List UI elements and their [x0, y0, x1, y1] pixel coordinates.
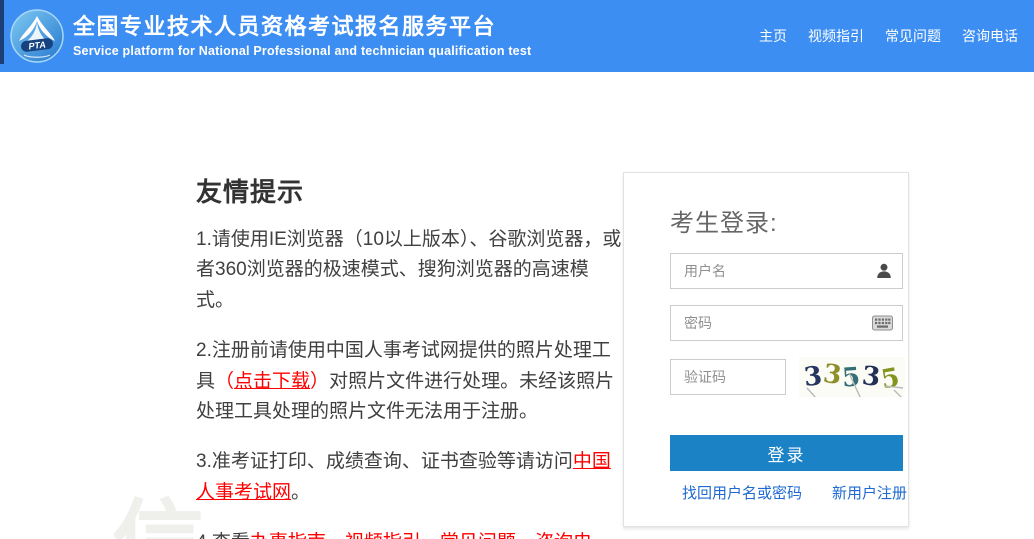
friendly-tips-section: 友情提示 1.请使用IE浏览器（10以上版本）、谷歌浏览器，或者360浏览器的极… — [196, 172, 622, 539]
username-input[interactable] — [670, 253, 903, 289]
tip-3-text-pre: 3.准考证打印、成绩查询、证书查验等请访问 — [196, 451, 573, 473]
tip-3-text-post: 。 — [291, 481, 311, 503]
pta-logo-icon: PTA — [10, 9, 64, 63]
tip-4-sep: 、 — [326, 532, 345, 539]
login-button[interactable]: 登录 — [670, 435, 903, 471]
tip-4-text-pre: 4.查看 — [196, 532, 250, 539]
user-icon — [875, 262, 893, 280]
captcha-digit: 5 — [841, 362, 863, 394]
tip-item-3: 3.准考证打印、成绩查询、证书查验等请访问中国人事考试网。 — [196, 447, 622, 508]
login-links: 找回用户名或密码 新用户注册 — [682, 482, 908, 503]
forgot-credentials-link[interactable]: 找回用户名或密码 — [682, 482, 802, 503]
download-tool-link[interactable]: 点击下载 — [234, 371, 310, 392]
tip-item-1: 1.请使用IE浏览器（10以上版本）、谷歌浏览器，或者360浏览器的极速模式、搜… — [196, 225, 622, 316]
tip-1-text: 1.请使用IE浏览器（10以上版本）、谷歌浏览器，或者360浏览器的极速模式、搜… — [196, 229, 622, 311]
header-nav: 主页 视频指引 常见问题 咨询电话 — [759, 26, 1018, 46]
watermark-glyph: 信 — [112, 498, 204, 539]
keyboard-icon — [872, 315, 893, 331]
nav-phone[interactable]: 咨询电话 — [962, 26, 1018, 46]
tip-2-paren-close: ） — [310, 370, 330, 392]
captcha-digit: 5 — [878, 362, 903, 396]
tip-item-2: 2.注册前请使用中国人事考试网提供的照片处理工具（点击下载）对照片文件进行处理。… — [196, 336, 622, 427]
username-field-wrap — [670, 253, 903, 289]
service-guide-link[interactable]: 办事指南 — [250, 532, 326, 539]
brand-link[interactable]: PTA 全国专业技术人员资格考试报名服务平台 Service platform … — [10, 9, 531, 63]
tip-2-paren-open: （ — [215, 370, 235, 392]
register-link[interactable]: 新用户注册 — [832, 482, 907, 503]
login-title: 考生登录: — [670, 210, 778, 237]
site-title: 全国专业技术人员资格考试报名服务平台 — [73, 13, 497, 39]
captcha-row: 3 3 5 3 5 — [670, 357, 915, 397]
password-field-wrap — [670, 305, 903, 341]
header: PTA 全国专业技术人员资格考试报名服务平台 Service platform … — [0, 0, 1034, 72]
nav-faq[interactable]: 常见问题 — [885, 26, 941, 46]
video-guide-link[interactable]: 视频指引 — [345, 532, 421, 539]
tips-heading: 友情提示 — [196, 177, 305, 207]
svg-text:PTA: PTA — [28, 39, 46, 51]
site-subtitle: Service platform for National Profession… — [73, 44, 532, 59]
captcha-input[interactable] — [670, 359, 786, 395]
captcha-image[interactable]: 3 3 5 3 5 — [799, 357, 905, 397]
tip-item-4: 4.查看办事指南、视频指引、常见问题、咨询电话。 — [196, 528, 622, 539]
page: PTA 全国专业技术人员资格考试报名服务平台 Service platform … — [0, 0, 1034, 539]
nav-video-guide[interactable]: 视频指引 — [808, 26, 864, 46]
password-input[interactable] — [670, 305, 903, 341]
tip-4-sep: 、 — [421, 532, 440, 539]
login-card: 考生登录: 用户名 验证码 3 3 5 3 5 登录 找回用户名或密码 新用户注… — [623, 172, 909, 527]
brand-text: 全国专业技术人员资格考试报名服务平台 Service platform for … — [73, 14, 531, 58]
tip-4-sep: 、 — [516, 532, 535, 539]
faq-link[interactable]: 常见问题 — [440, 532, 516, 539]
nav-home[interactable]: 主页 — [759, 26, 787, 46]
